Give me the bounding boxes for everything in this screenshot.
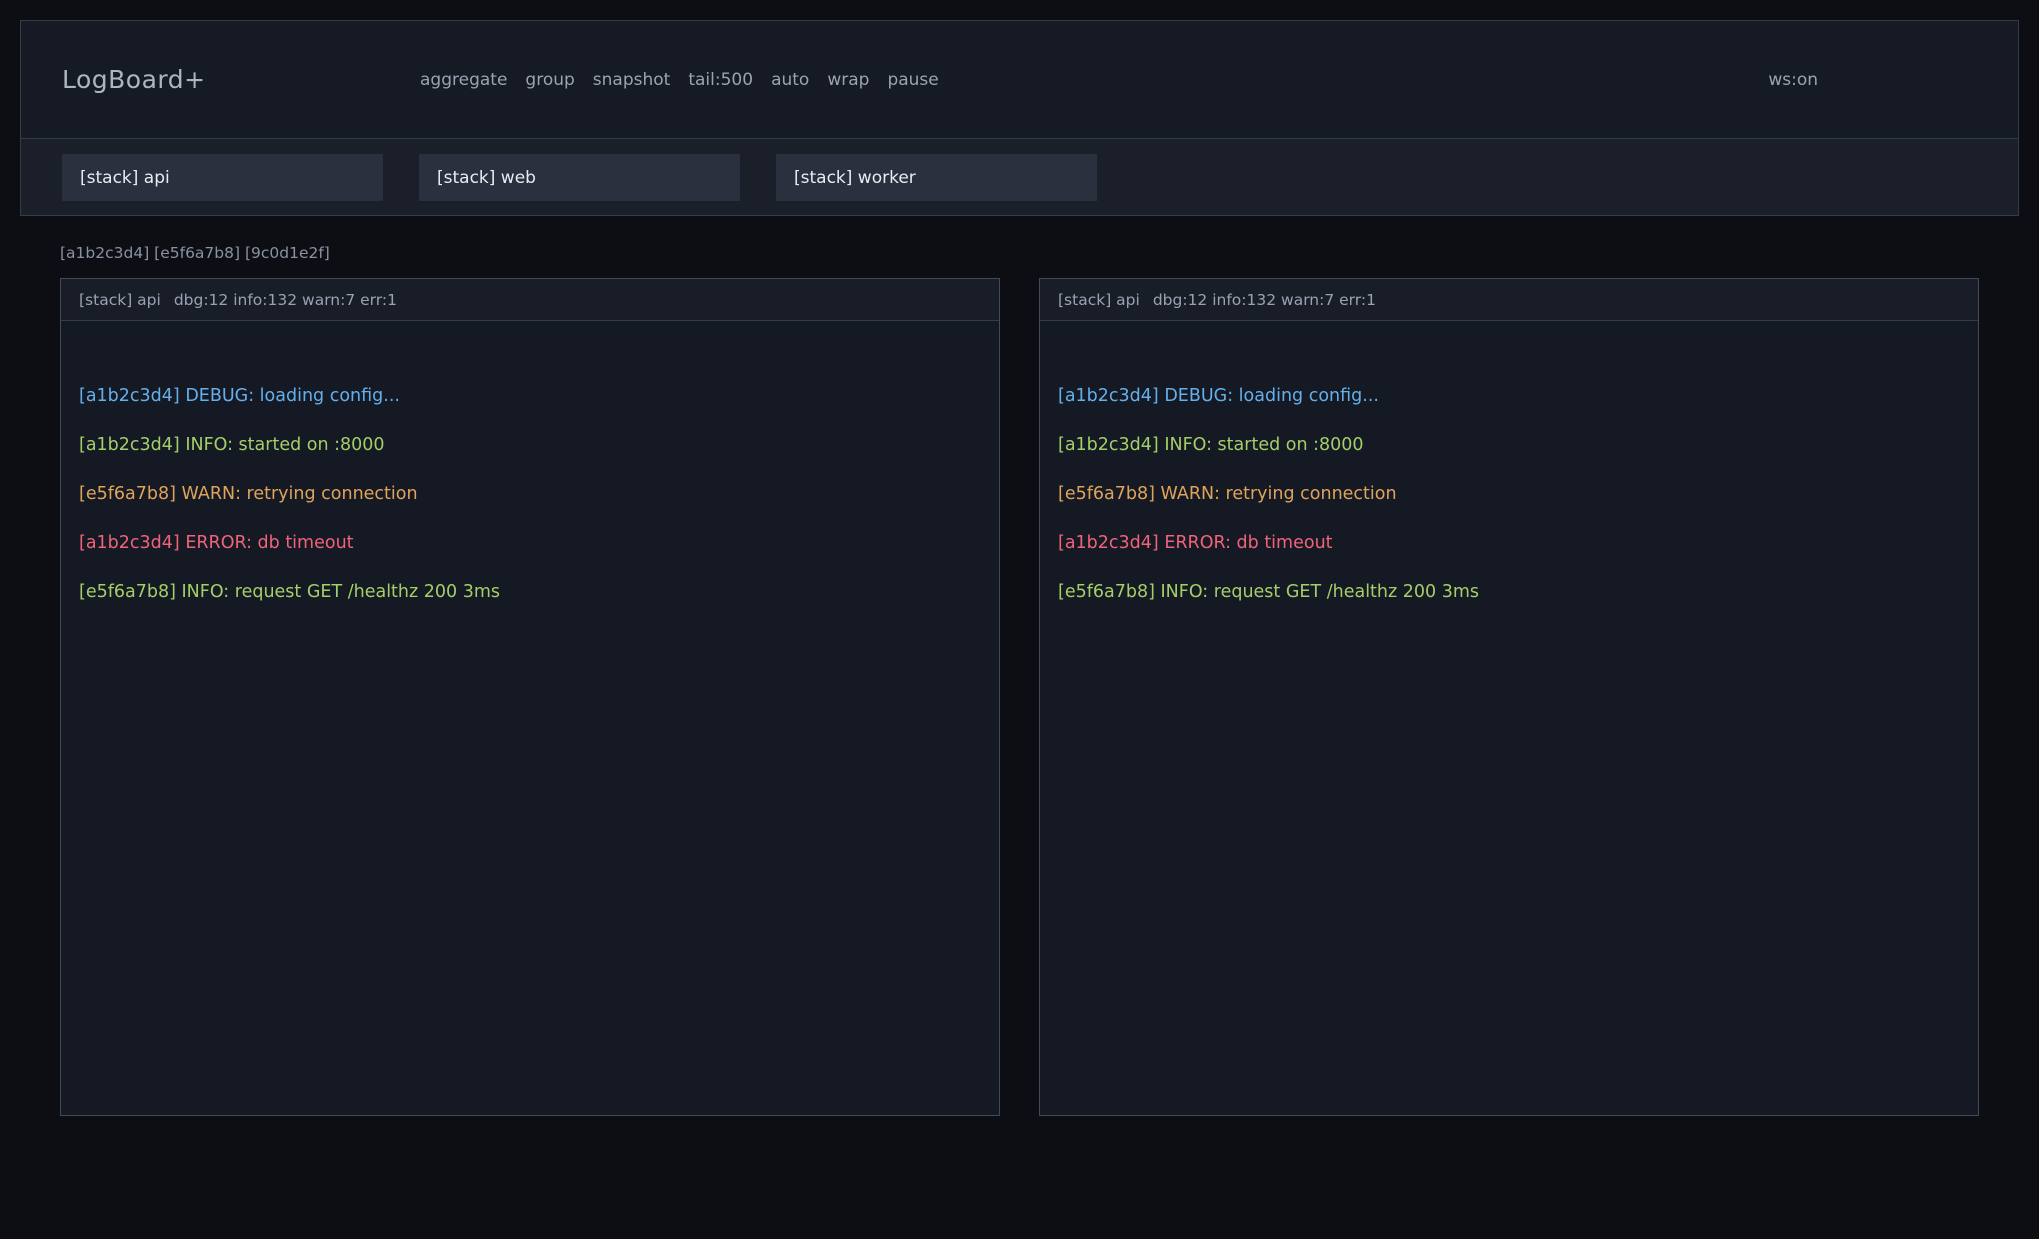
toolbar-item-aggregate[interactable]: aggregate (420, 70, 507, 90)
app-title: LogBoard+ (62, 65, 420, 94)
log-line: [e5f6a7b8] INFO: request GET /healthz 20… (1058, 567, 1960, 616)
app-header: LogBoard+ aggregate group snapshot tail:… (20, 20, 2019, 216)
log-panels: [stack] api dbg:12 info:132 warn:7 err:1… (60, 278, 1979, 1116)
stack-tab-api[interactable]: [stack] api (62, 154, 383, 201)
panel-header: [stack] api dbg:12 info:132 warn:7 err:1 (1040, 279, 1978, 321)
panel-level-counts: dbg:12 info:132 warn:7 err:1 (1153, 291, 1376, 309)
toolbar-item-auto[interactable]: auto (771, 70, 809, 90)
toolbar-item-tail[interactable]: tail:500 (688, 70, 753, 90)
log-line: [a1b2c3d4] DEBUG: loading config... (79, 371, 981, 420)
log-stream[interactable]: [a1b2c3d4] DEBUG: loading config... [a1b… (61, 321, 999, 1115)
log-line: [a1b2c3d4] ERROR: db timeout (79, 518, 981, 567)
toolbar-item-snapshot[interactable]: snapshot (593, 70, 671, 90)
stack-tabs-row: [stack] api [stack] web [stack] worker (21, 139, 2018, 215)
toolbar-item-group[interactable]: group (525, 70, 574, 90)
panel-header: [stack] api dbg:12 info:132 warn:7 err:1 (61, 279, 999, 321)
request-id-filters: [a1b2c3d4] [e5f6a7b8] [9c0d1e2f] (60, 244, 2039, 262)
log-line: [a1b2c3d4] INFO: started on :8000 (1058, 420, 1960, 469)
ws-status-indicator[interactable]: ws:on (1768, 70, 1818, 90)
stack-tab-worker[interactable]: [stack] worker (776, 154, 1097, 201)
toolbar-item-wrap[interactable]: wrap (827, 70, 869, 90)
log-panel-left: [stack] api dbg:12 info:132 warn:7 err:1… (60, 278, 1000, 1116)
panel-title: [stack] api (79, 291, 161, 309)
log-stream[interactable]: [a1b2c3d4] DEBUG: loading config... [a1b… (1040, 321, 1978, 1115)
header-top-bar: LogBoard+ aggregate group snapshot tail:… (21, 21, 2018, 139)
panel-level-counts: dbg:12 info:132 warn:7 err:1 (174, 291, 397, 309)
log-panel-right: [stack] api dbg:12 info:132 warn:7 err:1… (1039, 278, 1979, 1116)
log-line: [a1b2c3d4] INFO: started on :8000 (79, 420, 981, 469)
log-line: [e5f6a7b8] INFO: request GET /healthz 20… (79, 567, 981, 616)
log-line: [a1b2c3d4] ERROR: db timeout (1058, 518, 1960, 567)
log-line: [e5f6a7b8] WARN: retrying connection (79, 469, 981, 518)
log-line: [a1b2c3d4] DEBUG: loading config... (1058, 371, 1960, 420)
stack-tab-web[interactable]: [stack] web (419, 154, 740, 201)
toolbar-item-pause[interactable]: pause (887, 70, 938, 90)
log-line: [e5f6a7b8] WARN: retrying connection (1058, 469, 1960, 518)
panel-title: [stack] api (1058, 291, 1140, 309)
toolbar: aggregate group snapshot tail:500 auto w… (420, 70, 939, 90)
